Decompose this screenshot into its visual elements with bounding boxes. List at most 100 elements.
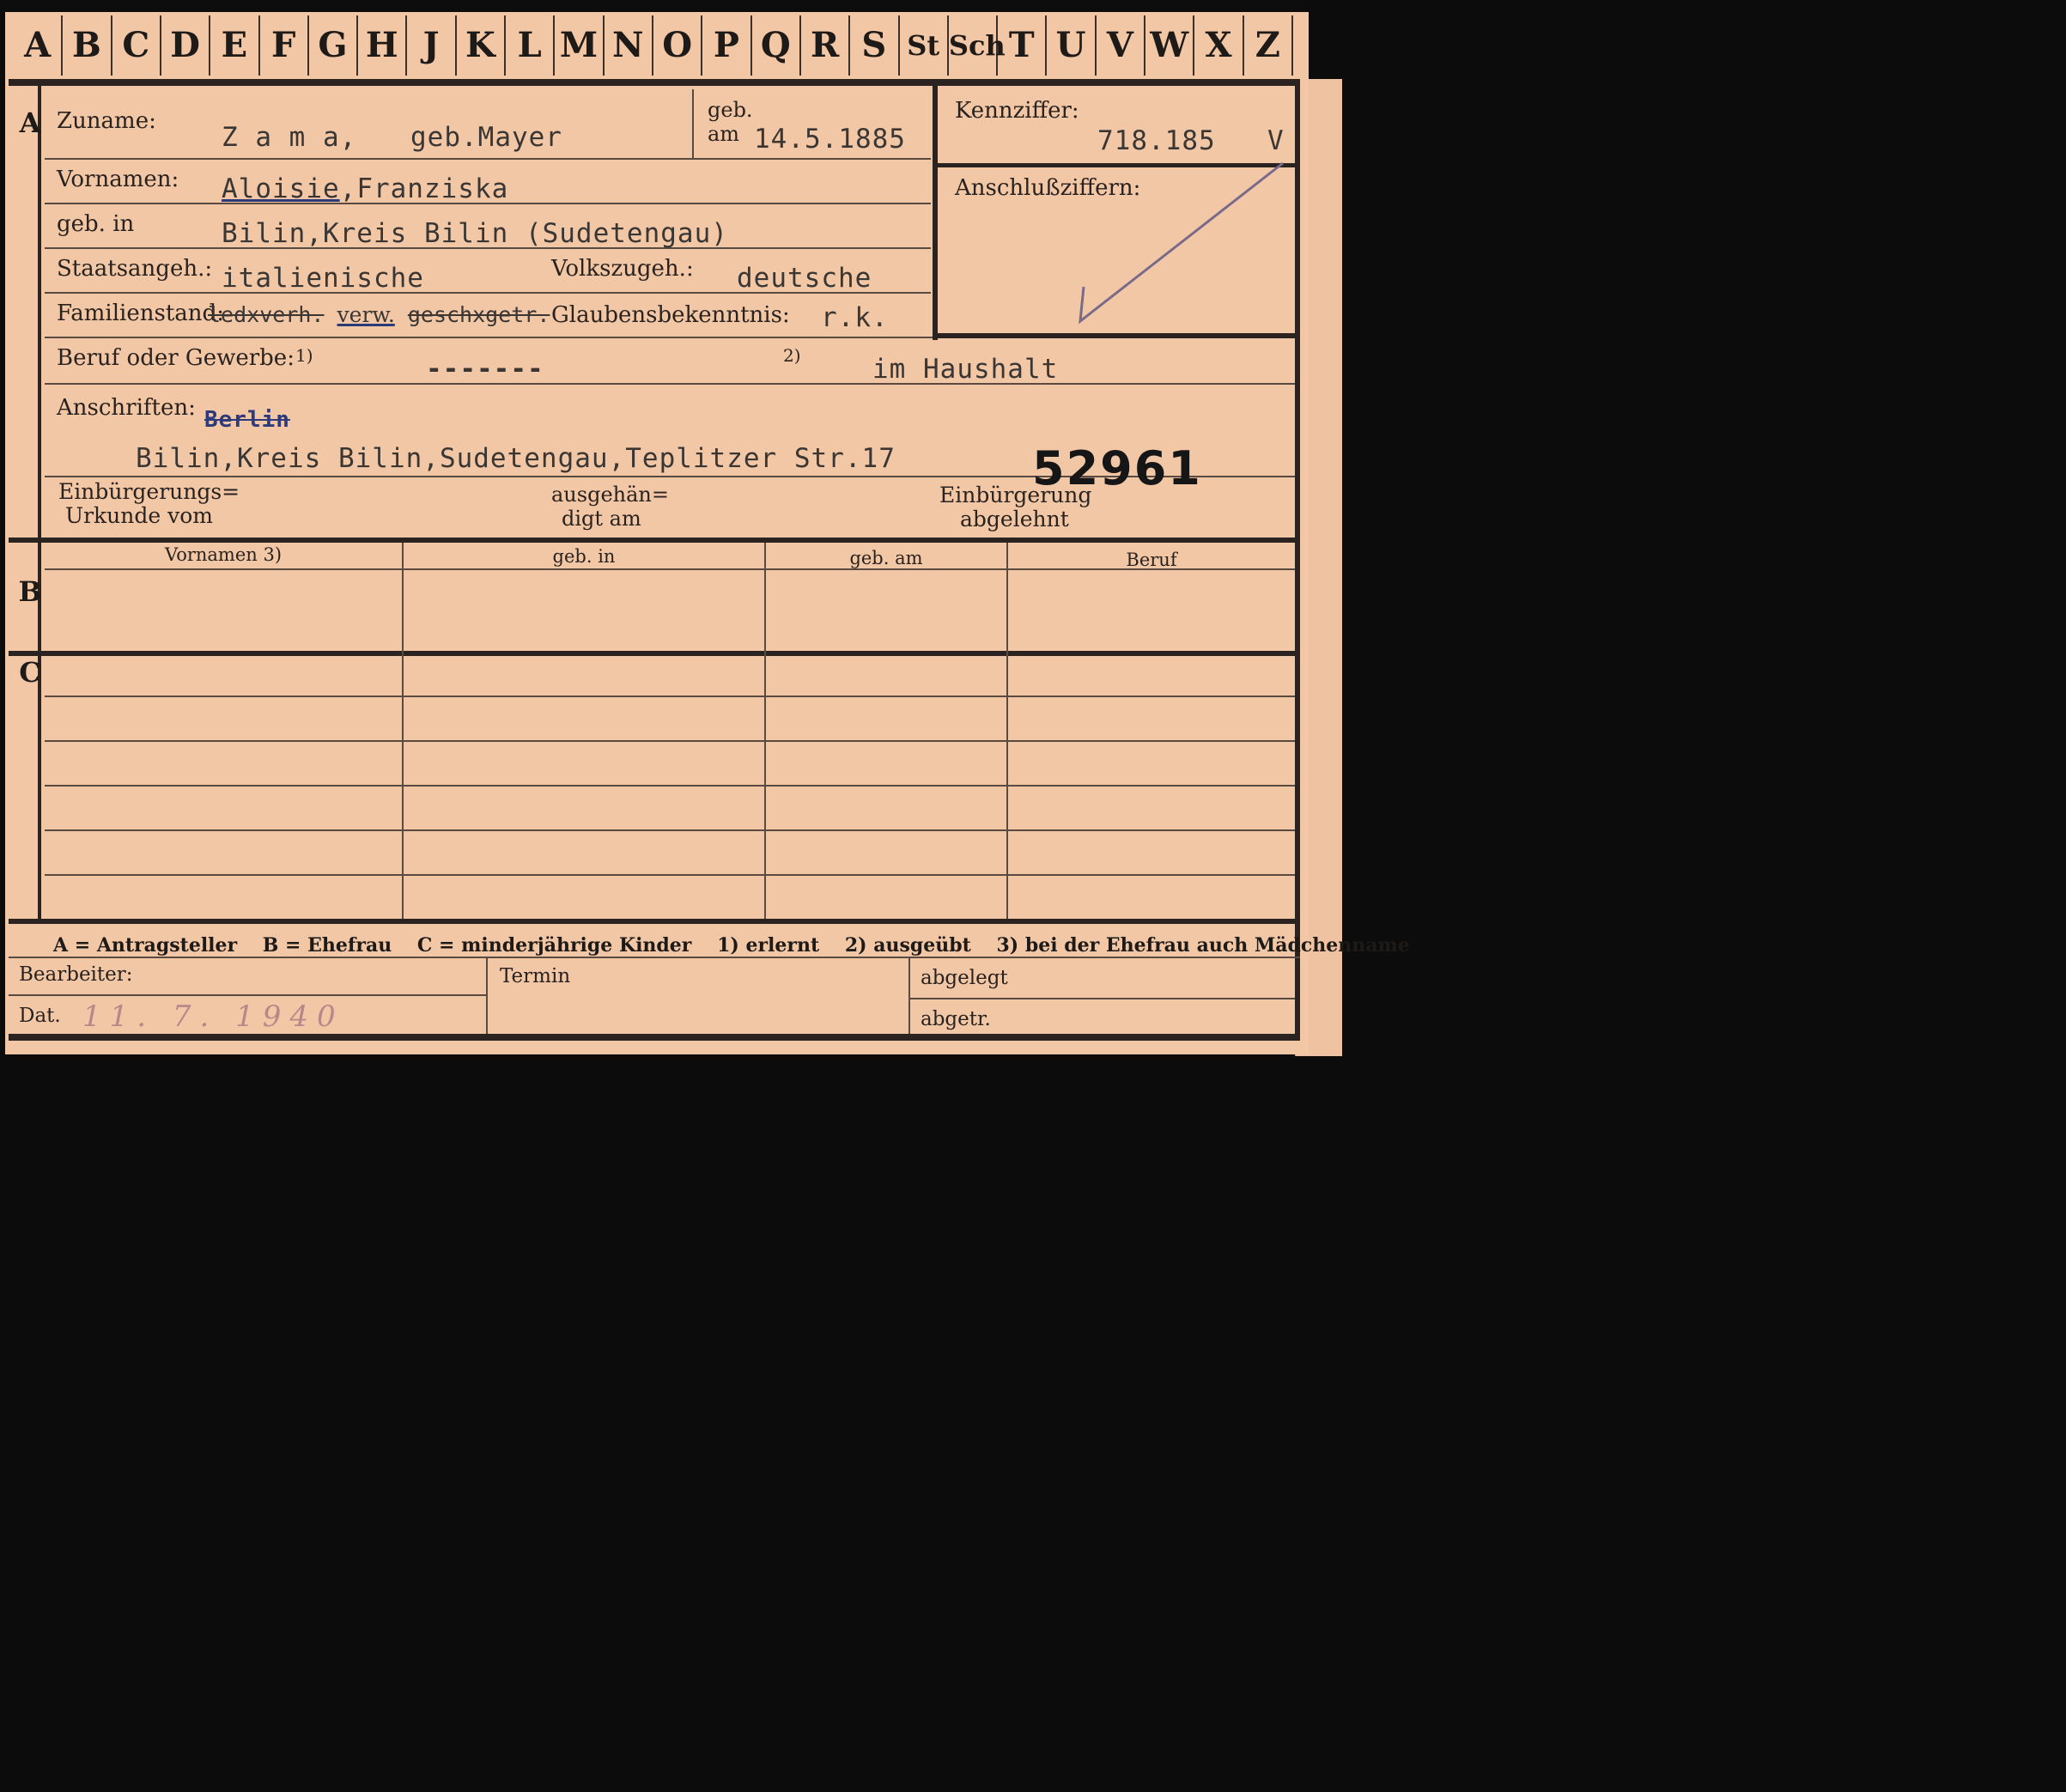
reference-box-left [933, 86, 938, 340]
reference-box-bottom [933, 333, 1297, 338]
firstname-underlined: Aloisie [222, 173, 340, 204]
legend-item: 1) erlernt [717, 934, 820, 957]
naturalization-label-1: Einbürgerungs= [58, 479, 240, 504]
legend-item: B = Ehefrau [262, 934, 392, 957]
row-rule [45, 829, 1295, 831]
row-rule [45, 785, 1295, 787]
index-letter-v: V [1097, 15, 1146, 76]
index-letter-w: W [1145, 15, 1195, 76]
row-rule [45, 740, 1295, 742]
section-label-b: B [18, 575, 42, 608]
handed-over-label-1: ausgehän= [551, 483, 669, 507]
index-letter-j: J [407, 15, 457, 76]
index-letter-z: Z [1244, 15, 1293, 76]
born-on-label-1: geb. [708, 98, 753, 122]
handed-over-label-2: digt am [562, 507, 641, 531]
religion-label: Glaubensbekenntnis: [551, 302, 790, 328]
surname-value: Z a m a, [222, 122, 357, 153]
col-rule [402, 543, 404, 920]
index-letter-m: M [555, 15, 605, 76]
birthplace-label: geb. in [57, 211, 135, 237]
index-letter-q: Q [752, 15, 801, 76]
legend-item: 3) bei der Ehefrau auch Mädchenname [996, 934, 1410, 957]
col-rule [908, 958, 910, 1034]
naturalization-label-2: Urkunde vom [65, 503, 213, 528]
index-letter-o: O [653, 15, 703, 76]
address-label: Anschriften: [57, 395, 196, 421]
index-letter-k: K [457, 15, 507, 76]
occupation-note-1: 1) [295, 345, 313, 366]
section-label-c: C [19, 656, 41, 689]
index-letter-g: G [309, 15, 359, 76]
index-letter-u: U [1047, 15, 1097, 76]
code-value: 718.185 [1097, 125, 1216, 156]
firstnames-value: Aloisie,Franziska [222, 173, 508, 204]
occupation-practiced-value: im Haushalt [872, 354, 1059, 385]
maiden-name-value: geb.Mayer [410, 122, 562, 153]
firstnames-label: Vornamen: [57, 167, 179, 192]
index-letter-l: L [506, 15, 556, 76]
table-header-firstnames: Vornamen 3) [164, 544, 283, 565]
marital-options: ledxverh. verw. geschxgetr. [208, 302, 550, 327]
index-letter-e: E [210, 15, 260, 76]
col-rule [1006, 543, 1008, 920]
citizenship-label: Staatsangeh.: [57, 256, 213, 282]
marital-struck-2: geschxgetr. [407, 302, 550, 327]
deadline-label: Termin [500, 965, 571, 987]
index-letter-a: A [14, 15, 64, 76]
table-header-occupation: Beruf [1126, 550, 1177, 570]
section-b-c-divider [9, 651, 1300, 656]
index-letter-s: S [850, 15, 900, 76]
address-value: Bilin,Kreis Bilin,Sudetengau,Teplitzer S… [136, 443, 896, 474]
index-card: A B C Zuname: Z a m a, geb.Mayer geb. am… [5, 12, 1410, 1054]
col-rule [486, 958, 488, 1034]
surname-label: Zuname: [57, 108, 156, 134]
index-letter-x: X [1194, 15, 1244, 76]
marital-value: verw. [337, 302, 395, 327]
row-rule [9, 994, 486, 996]
top-border [9, 79, 1300, 86]
section-a-b-divider [9, 538, 1300, 543]
index-letter-b: B [63, 15, 112, 76]
row-rule [45, 383, 1295, 385]
legend-item: A = Antragsteller [53, 934, 238, 957]
index-letter-c: C [112, 15, 161, 76]
col-rule [764, 543, 766, 920]
index-letter-r: R [801, 15, 851, 76]
index-letter-n: N [605, 15, 653, 76]
marital-struck-1: ledxverh. [208, 302, 325, 327]
occupation-label: Beruf oder Gewerbe: [57, 345, 295, 371]
religion-value: r.k. [821, 302, 889, 333]
index-letter-t: T [998, 15, 1048, 76]
occupation-learned-value: ------- [426, 354, 544, 385]
legend-top-border [9, 919, 1300, 924]
code-suffix: V [1267, 125, 1285, 156]
col-rule [692, 89, 694, 158]
index-letter-p: P [702, 15, 752, 76]
firstnames-rest: ,Franziska [339, 173, 509, 204]
row-rule [45, 696, 1295, 697]
index-letter-sch: Sch [949, 15, 1006, 76]
index-letter-st: St [900, 15, 949, 76]
occupation-note-2: 2) [783, 345, 801, 366]
refused-label-2: abgelehnt [960, 507, 1069, 532]
table-header-birthdate: geb. am [849, 548, 923, 568]
ethnicity-value: deutsche [737, 263, 872, 294]
index-letter-h: H [358, 15, 408, 76]
row-rule [910, 998, 1295, 999]
legend-item: 2) ausgeübt [844, 934, 971, 957]
index-letter-d: D [161, 15, 211, 76]
citizenship-value: italienische [222, 263, 424, 294]
ethnicity-label: Volkszugeh.: [551, 256, 694, 282]
marital-label: Familienstand: [57, 301, 224, 326]
born-on-label-2: am [708, 122, 740, 146]
date-value: 11. 7. 1940 [82, 999, 344, 1034]
left-margin-line [38, 86, 41, 919]
index-letter-f: F [260, 15, 309, 76]
clerk-label: Bearbeiter: [19, 963, 133, 986]
address-struck: Berlin [204, 407, 290, 433]
refused-label-1: Einbürgerung [939, 483, 1092, 507]
bottom-border [9, 1034, 1300, 1041]
section-label-a: A [19, 106, 41, 139]
filed-label: abgelegt [921, 967, 1008, 989]
